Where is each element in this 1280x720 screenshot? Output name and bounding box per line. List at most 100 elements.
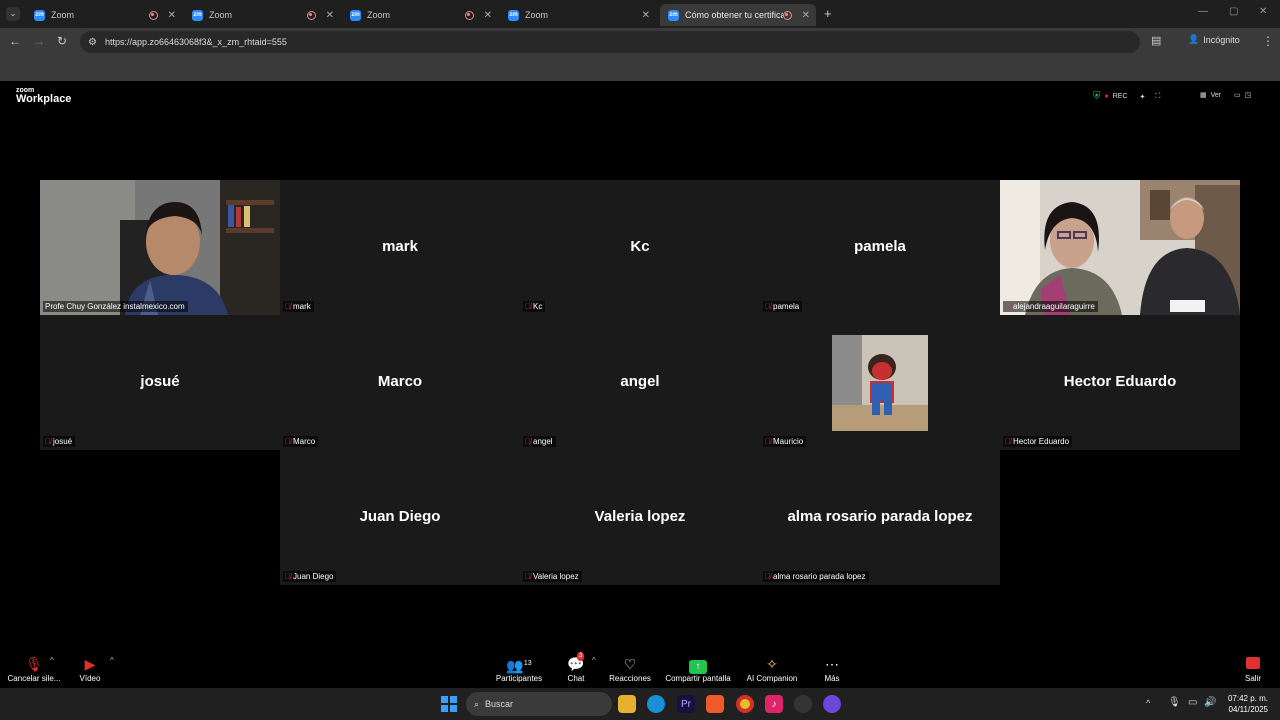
participant-display-name: josué (140, 373, 180, 390)
participant-tile[interactable]: Valeria lopez 🎙̸ Valeria lopez (520, 450, 760, 585)
rec-dot-icon: ● (1104, 93, 1109, 100)
minimize-icon[interactable]: — (1198, 6, 1208, 17)
participant-name-tag: 🎙̸ Valeria lopez (523, 571, 582, 582)
chat-unread-badge: 3 (577, 652, 585, 661)
mic-muted-icon: 🎙̸ (525, 302, 531, 311)
incognito-icon: 👤 (1188, 34, 1200, 44)
avatar (832, 335, 928, 431)
participant-tile[interactable]: alma rosario parada lopez 🎙̸ alma rosari… (760, 450, 1000, 585)
participant-tile[interactable]: 🎙̸ Mauricio (760, 315, 1000, 450)
browser-tab[interactable]: zm Zoom ✕ (184, 4, 340, 26)
participant-display-name: mark (382, 238, 418, 255)
participants-count: 13 (523, 660, 532, 667)
close-tab-icon[interactable]: ✕ (642, 10, 650, 21)
grid-icon: ▦ (1200, 92, 1207, 99)
mic-tray-icon[interactable]: 🎙 (1168, 697, 1181, 708)
mic-muted-icon: 🎙̸ (285, 437, 291, 446)
maximize-icon[interactable]: ▢ (1229, 6, 1238, 17)
ai-sparkle-icon: ✧ (766, 656, 778, 672)
site-info-icon[interactable]: ⚙ (88, 37, 97, 48)
video-tile[interactable]: 🎙̸ alejandraaguilaraguirre (1000, 180, 1240, 315)
browser-menu-icon[interactable]: ⋮ (1262, 34, 1274, 48)
participant-display-name: Hector Eduardo (1063, 373, 1177, 390)
video-off-icon: ▶ (84, 656, 96, 672)
close-tab-icon[interactable]: ✕ (326, 10, 334, 21)
chat-options-chevron-icon[interactable]: ^ (592, 656, 596, 665)
header-status: ⛨ ● REC ✦ ⛶ (1093, 91, 1161, 102)
browser-tab[interactable]: zm Zoom ✕ (342, 4, 498, 26)
participant-tile[interactable]: Marco 🎙̸ Marco (280, 315, 520, 450)
mic-muted-icon: 🎙̸ (525, 572, 531, 581)
shield-icon[interactable]: ⛨ (1093, 91, 1101, 102)
participant-name-tag: 🎙̸ Hector Eduardo (1003, 436, 1073, 447)
pip-icon[interactable]: ▭ (1234, 91, 1241, 99)
url-text: https://app.zo66463068f3&_x_zm_rhtaid=55… (104, 37, 287, 47)
participant-name-tag: 🎙̸ josué (43, 436, 76, 447)
popout-icon[interactable]: ◳ (1245, 91, 1252, 99)
participant-tile[interactable]: Juan Diego 🎙̸ Juan Diego (280, 450, 520, 585)
participant-tile[interactable]: pamela 🎙̸ pamela (760, 180, 1000, 315)
zoom-favicon-icon: zm (508, 9, 519, 21)
participant-tile[interactable]: Hector Eduardo 🎙̸ Hector Eduardo (1000, 315, 1240, 450)
participants-icon: 👥 (506, 657, 524, 674)
address-bar[interactable]: ⚙ https://app.zo66463068f3&_x_zm_rhtaid=… (80, 31, 1140, 53)
edge-icon[interactable] (647, 695, 665, 713)
participant-display-name: alma rosario parada lopez (787, 508, 973, 525)
leave-button[interactable]: Salir (1240, 654, 1266, 683)
browser-toolbar: ← → ↻ ⚙ https://app.zo66463068f3&_x_zm_r… (0, 28, 1280, 56)
recording-icon (782, 10, 792, 20)
system-clock[interactable]: 07:42 p. m. 04/11/2025 (1228, 693, 1268, 715)
audio-options-chevron-icon[interactable]: ^ (50, 656, 54, 665)
share-screen-button[interactable]: ↑ Compartir pantalla (664, 654, 732, 683)
browser-tab[interactable]: zm Zoom ✕ (26, 4, 182, 26)
reload-icon[interactable]: ↻ (57, 34, 67, 48)
participant-name-tag: 🎙̸ alejandraaguilaraguirre (1003, 301, 1098, 312)
back-icon[interactable]: ← (9, 34, 21, 48)
video-button[interactable]: ▶ Vídeo (74, 654, 106, 683)
new-tab-icon[interactable]: + (824, 6, 832, 21)
tray-chevron-icon[interactable]: ^ (1146, 698, 1150, 708)
volume-icon[interactable]: 🔊 (1204, 697, 1216, 708)
close-tab-icon[interactable]: ✕ (484, 10, 492, 21)
chat-button[interactable]: 💬 3 Chat (562, 652, 590, 683)
browser-tab[interactable]: zm Zoom ✕ (500, 4, 656, 26)
participants-button[interactable]: 👥13 Participantes (494, 654, 544, 683)
recording-icon (148, 10, 158, 20)
forward-icon[interactable]: → (33, 34, 45, 48)
browser-tab-active[interactable]: zm Cómo obtener tu certificad ✕ (660, 4, 816, 26)
participant-tile[interactable]: josué 🎙̸ josué (40, 315, 280, 450)
search-icon: ⌕ (474, 698, 480, 709)
participant-tile[interactable]: angel 🎙̸ angel (520, 315, 760, 450)
tab-search-dropdown-icon[interactable]: ⌄ (6, 7, 20, 21)
participant-tile[interactable]: mark 🎙̸ mark (280, 180, 520, 315)
network-icon[interactable]: ▭ (1188, 697, 1197, 708)
participant-tile[interactable]: Kc 🎙̸ Kc (520, 180, 760, 315)
close-window-icon[interactable]: ✕ (1259, 6, 1267, 17)
brave-icon[interactable] (706, 695, 724, 713)
app-icon[interactable] (823, 695, 841, 713)
close-tab-icon[interactable]: ✕ (168, 10, 176, 21)
video-options-chevron-icon[interactable]: ^ (110, 656, 114, 665)
obs-icon[interactable] (794, 695, 812, 713)
video-tile[interactable]: Profe Chuy González instalmexico.com (40, 180, 280, 315)
ai-companion-button[interactable]: ✧ AI Companion (744, 654, 800, 683)
more-button[interactable]: ⋯ Más (820, 654, 844, 683)
tiktok-icon[interactable]: ♪ (765, 695, 783, 713)
taskbar-search[interactable]: ⌕ Buscar (466, 692, 612, 716)
windows-start-icon[interactable] (440, 695, 458, 713)
participant-name-tag: 🎙̸ alma rosario parada lopez (763, 571, 869, 582)
premiere-icon[interactable]: Pr (677, 695, 695, 713)
zoom-favicon-icon: zm (350, 9, 361, 21)
participant-name-tag: 🎙̸ Kc (523, 301, 546, 312)
incognito-indicator[interactable]: 👤 Incógnito (1188, 34, 1240, 45)
chrome-icon[interactable] (736, 695, 754, 713)
reactions-button[interactable]: ♡ Reacciones (608, 654, 652, 683)
reading-mode-icon[interactable]: ▤ (1151, 34, 1161, 47)
fullscreen-icon[interactable]: ⛶ (1155, 93, 1160, 101)
file-explorer-icon[interactable] (618, 695, 636, 713)
zoom-favicon-icon: zm (668, 9, 679, 21)
view-button[interactable]: ▦ Ver (1200, 91, 1221, 100)
participant-name-tag: 🎙̸ Mauricio (763, 436, 807, 447)
close-tab-icon[interactable]: ✕ (802, 10, 810, 21)
sparkle-icon[interactable]: ✦ (1140, 93, 1146, 101)
